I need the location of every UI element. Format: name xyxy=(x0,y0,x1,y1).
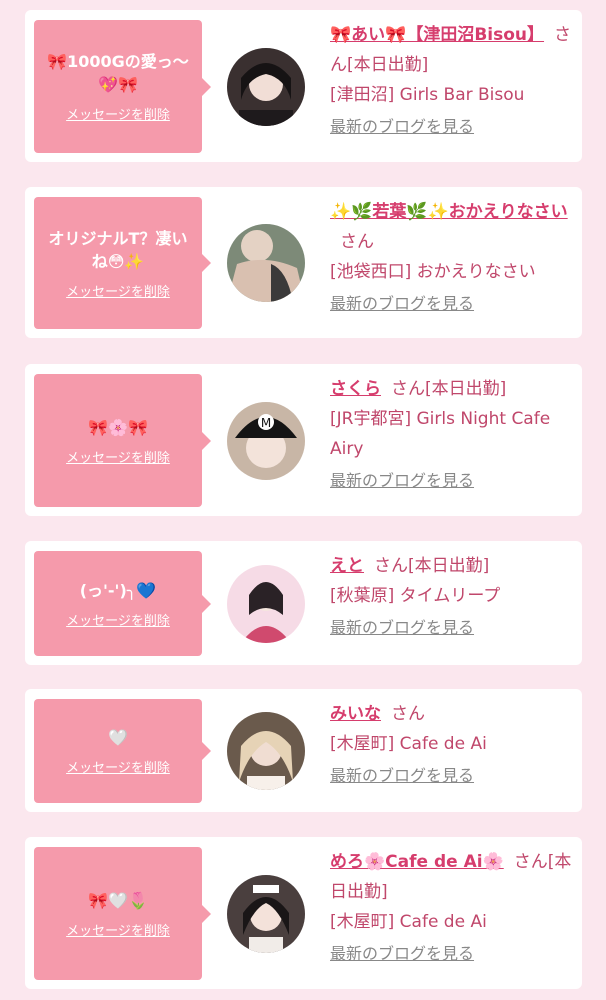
honorific: さん xyxy=(391,379,425,399)
cast-info: めろ🌸Cafe de Ai🌸 さん[本日出勤] [木屋町] Cafe de Ai … xyxy=(330,847,575,965)
avatar[interactable] xyxy=(227,224,305,302)
message-bubble: 🎀🌸🎀 メッセージを削除 xyxy=(34,374,211,507)
name-line: めろ🌸Cafe de Ai🌸 さん[本日出勤] xyxy=(330,847,575,907)
message-card: 🤍 メッセージを削除 みいな さん [木屋町] Cafe de Ai 最新のブログ… xyxy=(25,689,582,812)
message-card: 🎀1000Gの愛っ〜💖🎀 メッセージを削除 🎀あい🎀【津田沼Bisou】 さん[本… xyxy=(25,10,582,162)
message-text: 🎀1000Gの愛っ〜💖🎀 xyxy=(47,52,189,94)
delete-message-link[interactable]: メッセージを削除 xyxy=(66,447,170,466)
honorific: さん xyxy=(374,556,408,576)
latest-blog-link[interactable]: 最新のブログを見る xyxy=(330,943,474,965)
name-line: ✨🌿若葉🌿✨おかえりなさいさん xyxy=(330,197,575,257)
message-card: 🎀🌸🎀 メッセージを削除 M さくら さん[本日出勤] [JR宇都宮] Girls… xyxy=(25,364,582,516)
latest-blog-link[interactable]: 最新のブログを見る xyxy=(330,116,474,138)
message-card: 🎀🤍🌷 メッセージを削除 めろ🌸Cafe de Ai🌸 さん[本日出勤] [木屋町… xyxy=(25,837,582,989)
cast-info: みいな さん [木屋町] Cafe de Ai 最新のブログを見る xyxy=(330,699,575,787)
latest-blog-link[interactable]: 最新のブログを見る xyxy=(330,293,474,315)
message-text: 🤍 xyxy=(108,728,128,747)
message-bubble: オリジナルT？凄いね😳✨ メッセージを削除 xyxy=(34,197,211,329)
shop-label: [津田沼] Girls Bar Bisou xyxy=(330,85,525,105)
message-card: (っ'-')╮💙 メッセージを削除 えと さん[本日出勤] [秋葉原] タイムリー… xyxy=(25,541,582,665)
avatar[interactable] xyxy=(227,48,305,126)
cast-name-link[interactable]: さくら xyxy=(330,379,381,399)
status-label: [本日出勤] xyxy=(347,55,429,75)
latest-blog-link[interactable]: 最新のブログを見る xyxy=(330,470,474,492)
delete-message-link[interactable]: メッセージを削除 xyxy=(66,757,170,776)
shop-label: [秋葉原] タイムリープ xyxy=(330,586,501,606)
latest-blog-link[interactable]: 最新のブログを見る xyxy=(330,617,474,639)
cast-name-link[interactable]: ✨🌿若葉🌿✨おかえりなさい xyxy=(330,202,568,222)
status-label: [本日出勤] xyxy=(408,556,490,576)
delete-message-link[interactable]: メッセージを削除 xyxy=(66,281,170,300)
message-bubble: 🎀1000Gの愛っ〜💖🎀 メッセージを削除 xyxy=(34,20,211,153)
cast-info: えと さん[本日出勤] [秋葉原] タイムリープ 最新のブログを見る xyxy=(330,551,575,639)
cast-name-link[interactable]: めろ🌸Cafe de Ai🌸 xyxy=(330,852,504,872)
cast-name-link[interactable]: 🎀あい🎀【津田沼Bisou】 xyxy=(330,25,544,45)
message-text: オリジナルT？凄いね😳✨ xyxy=(48,228,188,271)
name-line: さくら さん[本日出勤] xyxy=(330,374,575,404)
name-line: えと さん[本日出勤] xyxy=(330,551,575,581)
message-bubble: 🤍 メッセージを削除 xyxy=(34,699,211,803)
honorific: さん xyxy=(391,704,425,724)
name-line: 🎀あい🎀【津田沼Bisou】 さん[本日出勤] xyxy=(330,20,575,80)
message-list: 🎀1000Gの愛っ〜💖🎀 メッセージを削除 🎀あい🎀【津田沼Bisou】 さん[本… xyxy=(0,0,606,1000)
avatar[interactable]: M xyxy=(227,402,305,480)
shop-label: [JR宇都宮] Girls Night Cafe Airy xyxy=(330,409,551,459)
message-card: オリジナルT？凄いね😳✨ メッセージを削除 ✨🌿若葉🌿✨おかえりなさいさん [池… xyxy=(25,187,582,338)
honorific: さん xyxy=(340,232,374,252)
shop-label: [木屋町] Cafe de Ai xyxy=(330,734,487,754)
honorific: さん xyxy=(513,852,548,872)
message-text: 🎀🤍🌷 xyxy=(88,890,148,910)
cast-name-link[interactable]: えと xyxy=(330,556,364,576)
name-line: みいな さん xyxy=(330,699,575,729)
message-text: 🎀🌸🎀 xyxy=(88,417,148,437)
cast-info: 🎀あい🎀【津田沼Bisou】 さん[本日出勤] [津田沼] Girls Bar B… xyxy=(330,20,575,138)
shop-label: [木屋町] Cafe de Ai xyxy=(330,912,487,932)
delete-message-link[interactable]: メッセージを削除 xyxy=(66,920,170,939)
avatar[interactable] xyxy=(227,565,305,643)
delete-message-link[interactable]: メッセージを削除 xyxy=(66,104,170,123)
latest-blog-link[interactable]: 最新のブログを見る xyxy=(330,765,474,787)
message-bubble: (っ'-')╮💙 メッセージを削除 xyxy=(34,551,211,656)
cast-info: ✨🌿若葉🌿✨おかえりなさいさん [池袋西口] おかえりなさい 最新のブログを見る xyxy=(330,197,575,315)
message-text: (っ'-')╮💙 xyxy=(79,580,157,600)
avatar[interactable] xyxy=(227,875,305,953)
cast-info: さくら さん[本日出勤] [JR宇都宮] Girls Night Cafe Air… xyxy=(330,374,575,492)
message-bubble: 🎀🤍🌷 メッセージを削除 xyxy=(34,847,211,980)
cast-name-link[interactable]: みいな xyxy=(330,704,381,724)
shop-label: [池袋西口] おかえりなさい xyxy=(330,262,536,282)
svg-text:M: M xyxy=(261,416,271,430)
status-label: [本日出勤] xyxy=(425,379,507,399)
delete-message-link[interactable]: メッセージを削除 xyxy=(66,610,170,629)
avatar[interactable] xyxy=(227,712,305,790)
